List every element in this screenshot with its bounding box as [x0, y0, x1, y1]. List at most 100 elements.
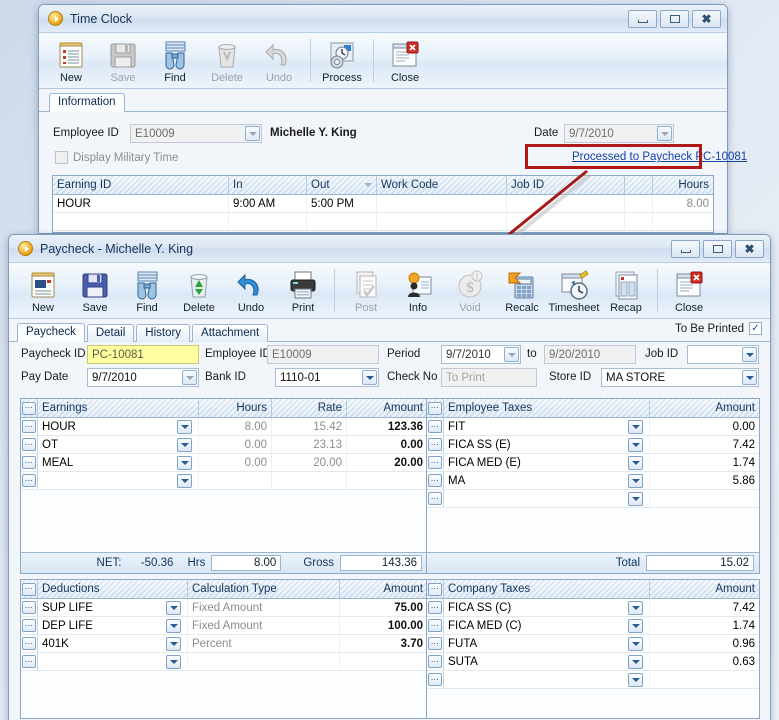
ellipsis-icon[interactable]: ⋯ [22, 582, 36, 596]
column-amount[interactable]: Amount [340, 580, 427, 598]
chevron-down-icon[interactable] [504, 347, 519, 362]
ellipsis-icon[interactable]: ⋯ [428, 655, 442, 668]
maximize-icon[interactable] [703, 240, 732, 258]
pc-toolbar-undo-button[interactable]: Undo [225, 269, 277, 316]
paycheck-id-field[interactable]: PC-10081 [87, 345, 199, 364]
column-rate[interactable]: Rate [272, 399, 347, 417]
chevron-down-icon[interactable] [628, 600, 643, 615]
period-from-field[interactable]: 9/7/2010 [441, 345, 521, 364]
row-selector[interactable]: ⋯ [427, 490, 444, 507]
pc-toolbar-print-button[interactable]: Print [277, 269, 329, 316]
toolbar-undo-button[interactable]: Undo [253, 39, 305, 86]
period-to-field[interactable]: 9/20/2010 [544, 345, 636, 364]
table-row[interactable]: ⋯ OT 0.00 23.13 0.00 [21, 436, 427, 454]
ellipsis-icon[interactable]: ⋯ [22, 438, 36, 451]
toolbar-new-button[interactable]: New [45, 39, 97, 86]
store-id-field[interactable]: MA STORE [601, 368, 759, 387]
ellipsis-icon[interactable]: ⋯ [428, 474, 442, 487]
chevron-down-icon[interactable] [628, 654, 643, 669]
chevron-down-icon[interactable] [362, 370, 377, 385]
chevron-down-icon[interactable] [742, 347, 757, 362]
chevron-down-icon[interactable] [166, 636, 181, 651]
ellipsis-icon[interactable]: ⋯ [22, 420, 36, 433]
display-military-time-checkbox[interactable] [55, 151, 68, 164]
pc-toolbar-delete-button[interactable]: Delete [173, 269, 225, 316]
maximize-icon[interactable] [660, 10, 689, 28]
tab-attachment[interactable]: Attachment [192, 324, 269, 342]
chevron-down-icon[interactable] [628, 491, 643, 506]
ellipsis-icon[interactable]: ⋯ [22, 401, 36, 415]
table-row[interactable]: ⋯ [21, 472, 427, 490]
column-job-id[interactable]: Job ID [507, 176, 625, 194]
chevron-down-icon[interactable] [166, 654, 181, 669]
row-selector[interactable]: ⋯ [427, 617, 444, 634]
display-military-time-checkbox-row[interactable]: Display Military Time [55, 151, 178, 164]
ellipsis-icon[interactable]: ⋯ [22, 655, 36, 668]
ellipsis-icon[interactable]: ⋯ [22, 637, 36, 650]
table-row[interactable]: ⋯ FICA MED (C) 1.74 [427, 617, 759, 635]
table-row[interactable]: ⋯ FIT 0.00 [427, 418, 759, 436]
pc-employee-id-field[interactable]: E10009 [267, 345, 379, 364]
row-selector[interactable]: ⋯ [427, 472, 444, 489]
chevron-down-icon[interactable] [628, 473, 643, 488]
chevron-down-icon[interactable] [628, 672, 643, 687]
chevron-down-icon[interactable] [177, 455, 192, 470]
job-id-field[interactable] [687, 345, 759, 364]
bank-id-field[interactable]: 1110-01 [275, 368, 379, 387]
row-selector[interactable]: ⋯ [21, 599, 38, 616]
chevron-down-icon[interactable] [177, 437, 192, 452]
table-row[interactable] [53, 213, 713, 231]
chevron-down-icon[interactable] [245, 126, 260, 141]
chevron-down-icon[interactable] [182, 370, 197, 385]
close-icon[interactable]: ✖ [692, 10, 721, 28]
ellipsis-icon[interactable]: ⋯ [428, 438, 442, 451]
chevron-down-icon[interactable] [628, 437, 643, 452]
row-selector[interactable]: ⋯ [427, 454, 444, 471]
row-selector[interactable]: ⋯ [21, 653, 38, 670]
row-selector[interactable]: ⋯ [21, 635, 38, 652]
row-selector[interactable]: ⋯ [21, 454, 38, 471]
ellipsis-icon[interactable]: ⋯ [428, 456, 442, 469]
minimize-icon[interactable] [628, 10, 657, 28]
table-row[interactable]: ⋯ FUTA 0.96 [427, 635, 759, 653]
table-row[interactable]: ⋯ HOUR 8.00 15.42 123.36 [21, 418, 427, 436]
chevron-down-icon[interactable] [628, 618, 643, 633]
ellipsis-icon[interactable]: ⋯ [22, 619, 36, 632]
chevron-down-icon[interactable] [657, 126, 672, 141]
ellipsis-icon[interactable]: ⋯ [22, 474, 36, 487]
deductions-row-selector-header[interactable]: ⋯ [21, 580, 38, 598]
table-row[interactable]: ⋯ FICA SS (E) 7.42 [427, 436, 759, 454]
table-row[interactable]: ⋯ [427, 671, 759, 689]
pc-toolbar-post-button[interactable]: Post [340, 269, 392, 316]
ellipsis-icon[interactable]: ⋯ [428, 492, 442, 505]
pay-date-field[interactable]: 9/7/2010 [87, 368, 199, 387]
toolbar-close-button[interactable]: Close [379, 39, 431, 86]
time-clock-titlebar[interactable]: Time Clock ✖ [39, 5, 727, 33]
table-row[interactable]: ⋯ [21, 653, 427, 671]
table-row[interactable]: HOUR 9:00 AM 5:00 PM 8.00 [53, 195, 713, 213]
row-selector[interactable]: ⋯ [427, 436, 444, 453]
ellipsis-icon[interactable]: ⋯ [428, 582, 442, 596]
column-company-taxes[interactable]: Company Taxes [444, 580, 650, 598]
table-row[interactable]: ⋯ DEP LIFE Fixed Amount 100.00 [21, 617, 427, 635]
pc-toolbar-find-button[interactable]: Find [121, 269, 173, 316]
tab-information[interactable]: Information [49, 93, 125, 112]
column-amount[interactable]: Amount [347, 399, 427, 417]
row-selector[interactable]: ⋯ [427, 635, 444, 652]
column-out[interactable]: Out [307, 176, 377, 194]
pc-toolbar-recap-button[interactable]: Recap [600, 269, 652, 316]
row-selector[interactable]: ⋯ [427, 671, 444, 688]
column-calculation-type[interactable]: Calculation Type [188, 580, 340, 598]
table-row[interactable]: ⋯ 401K Percent 3.70 [21, 635, 427, 653]
ellipsis-icon[interactable]: ⋯ [22, 601, 36, 614]
column-employee-taxes[interactable]: Employee Taxes [444, 399, 650, 417]
chevron-down-icon[interactable] [742, 370, 757, 385]
ellipsis-icon[interactable]: ⋯ [428, 601, 442, 614]
emp-taxes-row-selector-header[interactable]: ⋯ [427, 399, 444, 417]
paycheck-titlebar[interactable]: Paycheck - Michelle Y. King ✖ [9, 235, 770, 263]
company-taxes-row-selector-header[interactable]: ⋯ [427, 580, 444, 598]
column-earnings[interactable]: Earnings [38, 399, 199, 417]
pc-toolbar-new-button[interactable]: New [17, 269, 69, 316]
column-in[interactable]: In [229, 176, 307, 194]
pc-toolbar-info-button[interactable]: Info [392, 269, 444, 316]
